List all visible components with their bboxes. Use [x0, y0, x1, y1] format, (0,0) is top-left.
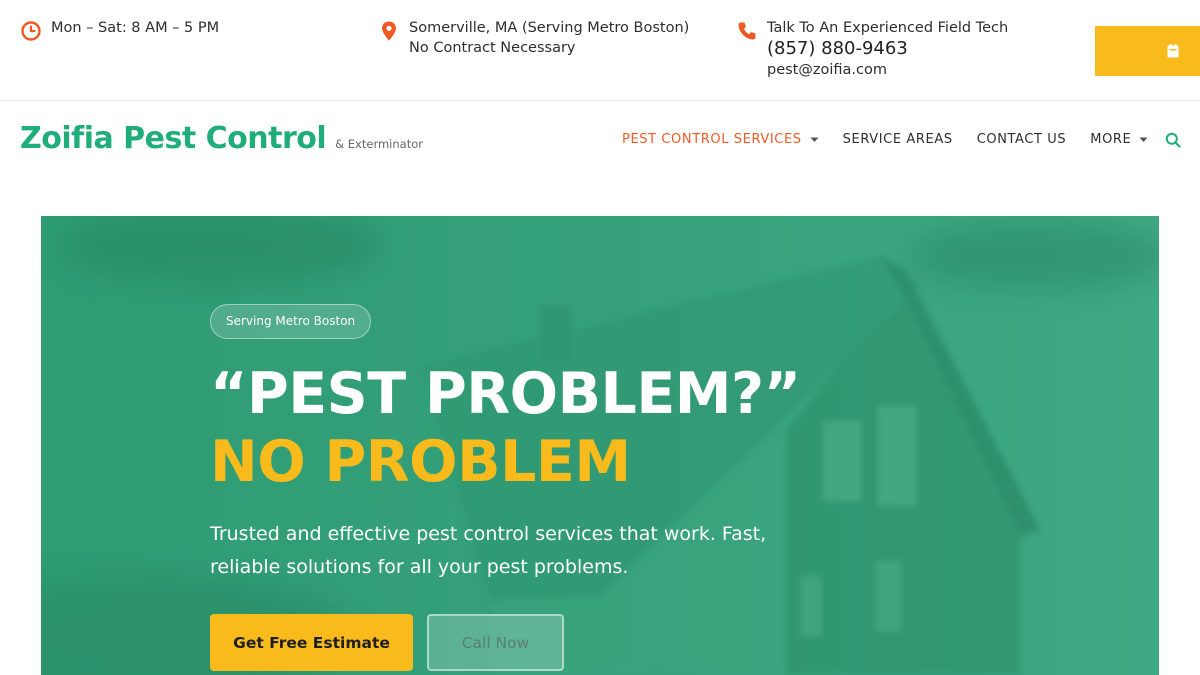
phone-info: Talk To An Experienced Field Tech (857) …	[736, 18, 1008, 80]
chevron-down-icon	[810, 137, 819, 142]
nav-more[interactable]: MORE	[1090, 132, 1148, 147]
nav-label: MORE	[1090, 132, 1132, 147]
hero-title: “PEST PROBLEM?”	[210, 361, 801, 427]
main-nav: PEST CONTROL SERVICES SERVICE AREAS CONT…	[622, 132, 1172, 147]
phone-icon	[738, 22, 756, 40]
site-logo[interactable]: Zoifia Pest Control & Exterminator	[20, 121, 423, 156]
get-quote-button[interactable]	[1095, 26, 1200, 76]
phone-number-link[interactable]: (857) 880-9463	[767, 38, 1008, 60]
phone-label: Talk To An Experienced Field Tech	[767, 20, 1009, 36]
top-bar: Mon – Sat: 8 AM – 5 PM Somerville, MA (S…	[0, 0, 1200, 101]
hero-description: Trusted and effective pest control servi…	[210, 523, 767, 578]
nav-label: CONTACT US	[976, 132, 1067, 147]
calendar-icon	[1167, 44, 1179, 58]
get-free-estimate-button[interactable]: Get Free Estimate	[210, 614, 413, 671]
business-hours: Mon – Sat: 8 AM – 5 PM	[20, 18, 219, 42]
hero-banner: Serving Metro Boston “PEST PROBLEM?” NO …	[41, 216, 1159, 675]
nav-label: SERVICE AREAS	[842, 132, 953, 147]
nav-service-areas[interactable]: SERVICE AREAS	[843, 132, 953, 147]
hours-text: Mon – Sat: 8 AM – 5 PM	[51, 20, 220, 36]
map-pin-icon	[382, 21, 396, 41]
hero-subtitle: NO PROBLEM	[210, 429, 631, 495]
service-area-badge: Serving Metro Boston	[210, 304, 372, 339]
search-icon[interactable]	[1165, 132, 1181, 148]
logo-name: Zoifia Pest Control	[20, 121, 327, 156]
site-header: Zoifia Pest Control & Exterminator PEST …	[0, 101, 1200, 181]
location-text: Somerville, MA (Serving Metro Boston)	[409, 20, 690, 36]
logo-tagline: & Exterminator	[335, 137, 423, 151]
nav-label: PEST CONTROL SERVICES	[622, 132, 802, 147]
nav-pest-control-services[interactable]: PEST CONTROL SERVICES	[622, 132, 819, 147]
nav-contact-us[interactable]: CONTACT US	[977, 132, 1067, 147]
location-info: Somerville, MA (Serving Metro Boston) No…	[378, 18, 689, 58]
clock-icon	[21, 21, 41, 41]
email-link[interactable]: pest@zoifia.com	[767, 60, 1008, 80]
call-now-button[interactable]: Call Now	[427, 614, 564, 671]
contract-text: No Contract Necessary	[409, 40, 576, 56]
chevron-down-icon	[1139, 137, 1148, 142]
